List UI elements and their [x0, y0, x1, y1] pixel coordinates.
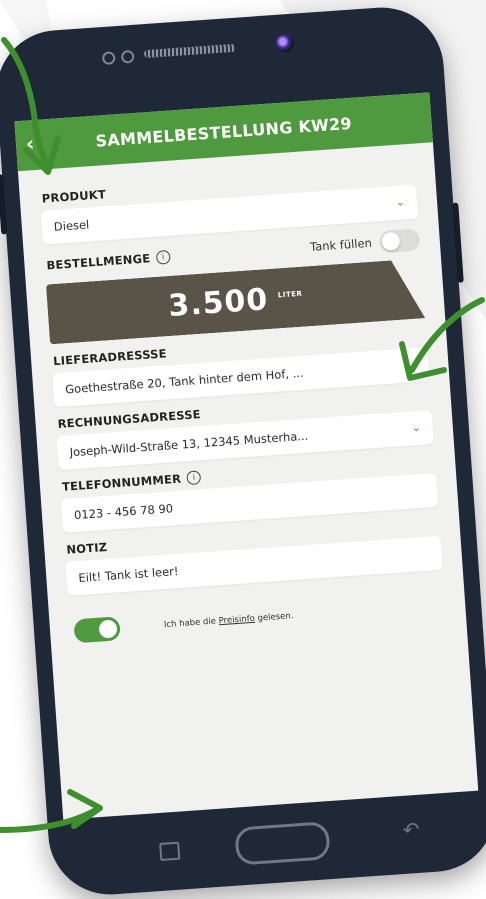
speaker-grille — [143, 43, 237, 59]
info-icon[interactable]: i — [186, 470, 202, 486]
chevron-down-icon: ⌄ — [411, 420, 422, 435]
back-arrow-icon[interactable]: ↶ — [402, 817, 420, 842]
amount-value: 3.500 — [167, 281, 270, 324]
volume-button — [0, 174, 8, 235]
chevron-down-icon: ⌄ — [395, 195, 406, 209]
consent-text: Ich habe die Preisinfo gelesen. — [163, 611, 294, 631]
recent-apps-icon[interactable] — [159, 841, 181, 861]
phone-frame: ‹ SAMMELBESTELLUNG KW29 PRODUKT Diesel ⌄… — [0, 3, 486, 899]
sensor-dots — [101, 49, 135, 66]
produkt-value: Diesel — [53, 217, 90, 234]
chevron-down-icon: ⌄ — [406, 357, 417, 372]
home-button[interactable] — [234, 821, 331, 866]
bestellmenge-label: BESTELLMENGE i — [46, 249, 171, 272]
tank-fill-switch[interactable] — [378, 228, 421, 254]
amount-unit: LITER — [277, 289, 303, 300]
tank-fill-toggle-group: Tank füllen — [309, 228, 421, 258]
chevron-left-icon[interactable]: ‹ — [25, 131, 35, 156]
telefon-value: 0123 - 456 78 90 — [73, 501, 174, 523]
preisinfo-link[interactable]: Preisinfo — [218, 614, 255, 627]
page-title: SAMMELBESTELLUNG KW29 — [94, 113, 353, 151]
consent-toggle[interactable] — [73, 616, 121, 644]
lieferadresse-value: Goethestraße 20, Tank hinter dem Hof, ..… — [64, 365, 305, 397]
camera-icon — [275, 33, 295, 53]
info-icon[interactable]: i — [155, 249, 171, 265]
tank-fill-label: Tank füllen — [309, 235, 373, 255]
notiz-value: Eilt! Tank ist leer! — [77, 564, 179, 585]
app-screen: ‹ SAMMELBESTELLUNG KW29 PRODUKT Diesel ⌄… — [14, 92, 479, 820]
rechnungsadresse-value: Joseph-Wild-Straße 13, 12345 Musterha... — [69, 428, 309, 460]
